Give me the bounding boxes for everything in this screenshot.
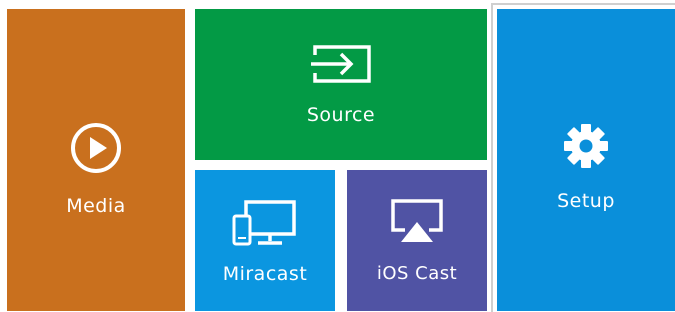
gear-icon bbox=[564, 124, 608, 168]
miracast-label: Miracast bbox=[222, 263, 308, 285]
source-tile[interactable]: Source bbox=[195, 9, 487, 160]
setup-label: Setup bbox=[557, 190, 615, 212]
miracast-tile[interactable]: Miracast bbox=[195, 170, 335, 311]
media-label: Media bbox=[66, 195, 126, 217]
screen-mirror-icon bbox=[232, 200, 296, 246]
ioscast-tile[interactable]: iOS Cast bbox=[347, 170, 487, 311]
setup-tile[interactable]: Setup bbox=[497, 9, 675, 311]
airplay-icon bbox=[391, 199, 443, 242]
source-label: Source bbox=[306, 104, 376, 126]
play-circle-icon bbox=[71, 123, 121, 173]
ioscast-label: iOS Cast bbox=[376, 263, 458, 284]
media-tile[interactable]: Media bbox=[7, 9, 185, 311]
input-source-icon bbox=[311, 45, 371, 83]
